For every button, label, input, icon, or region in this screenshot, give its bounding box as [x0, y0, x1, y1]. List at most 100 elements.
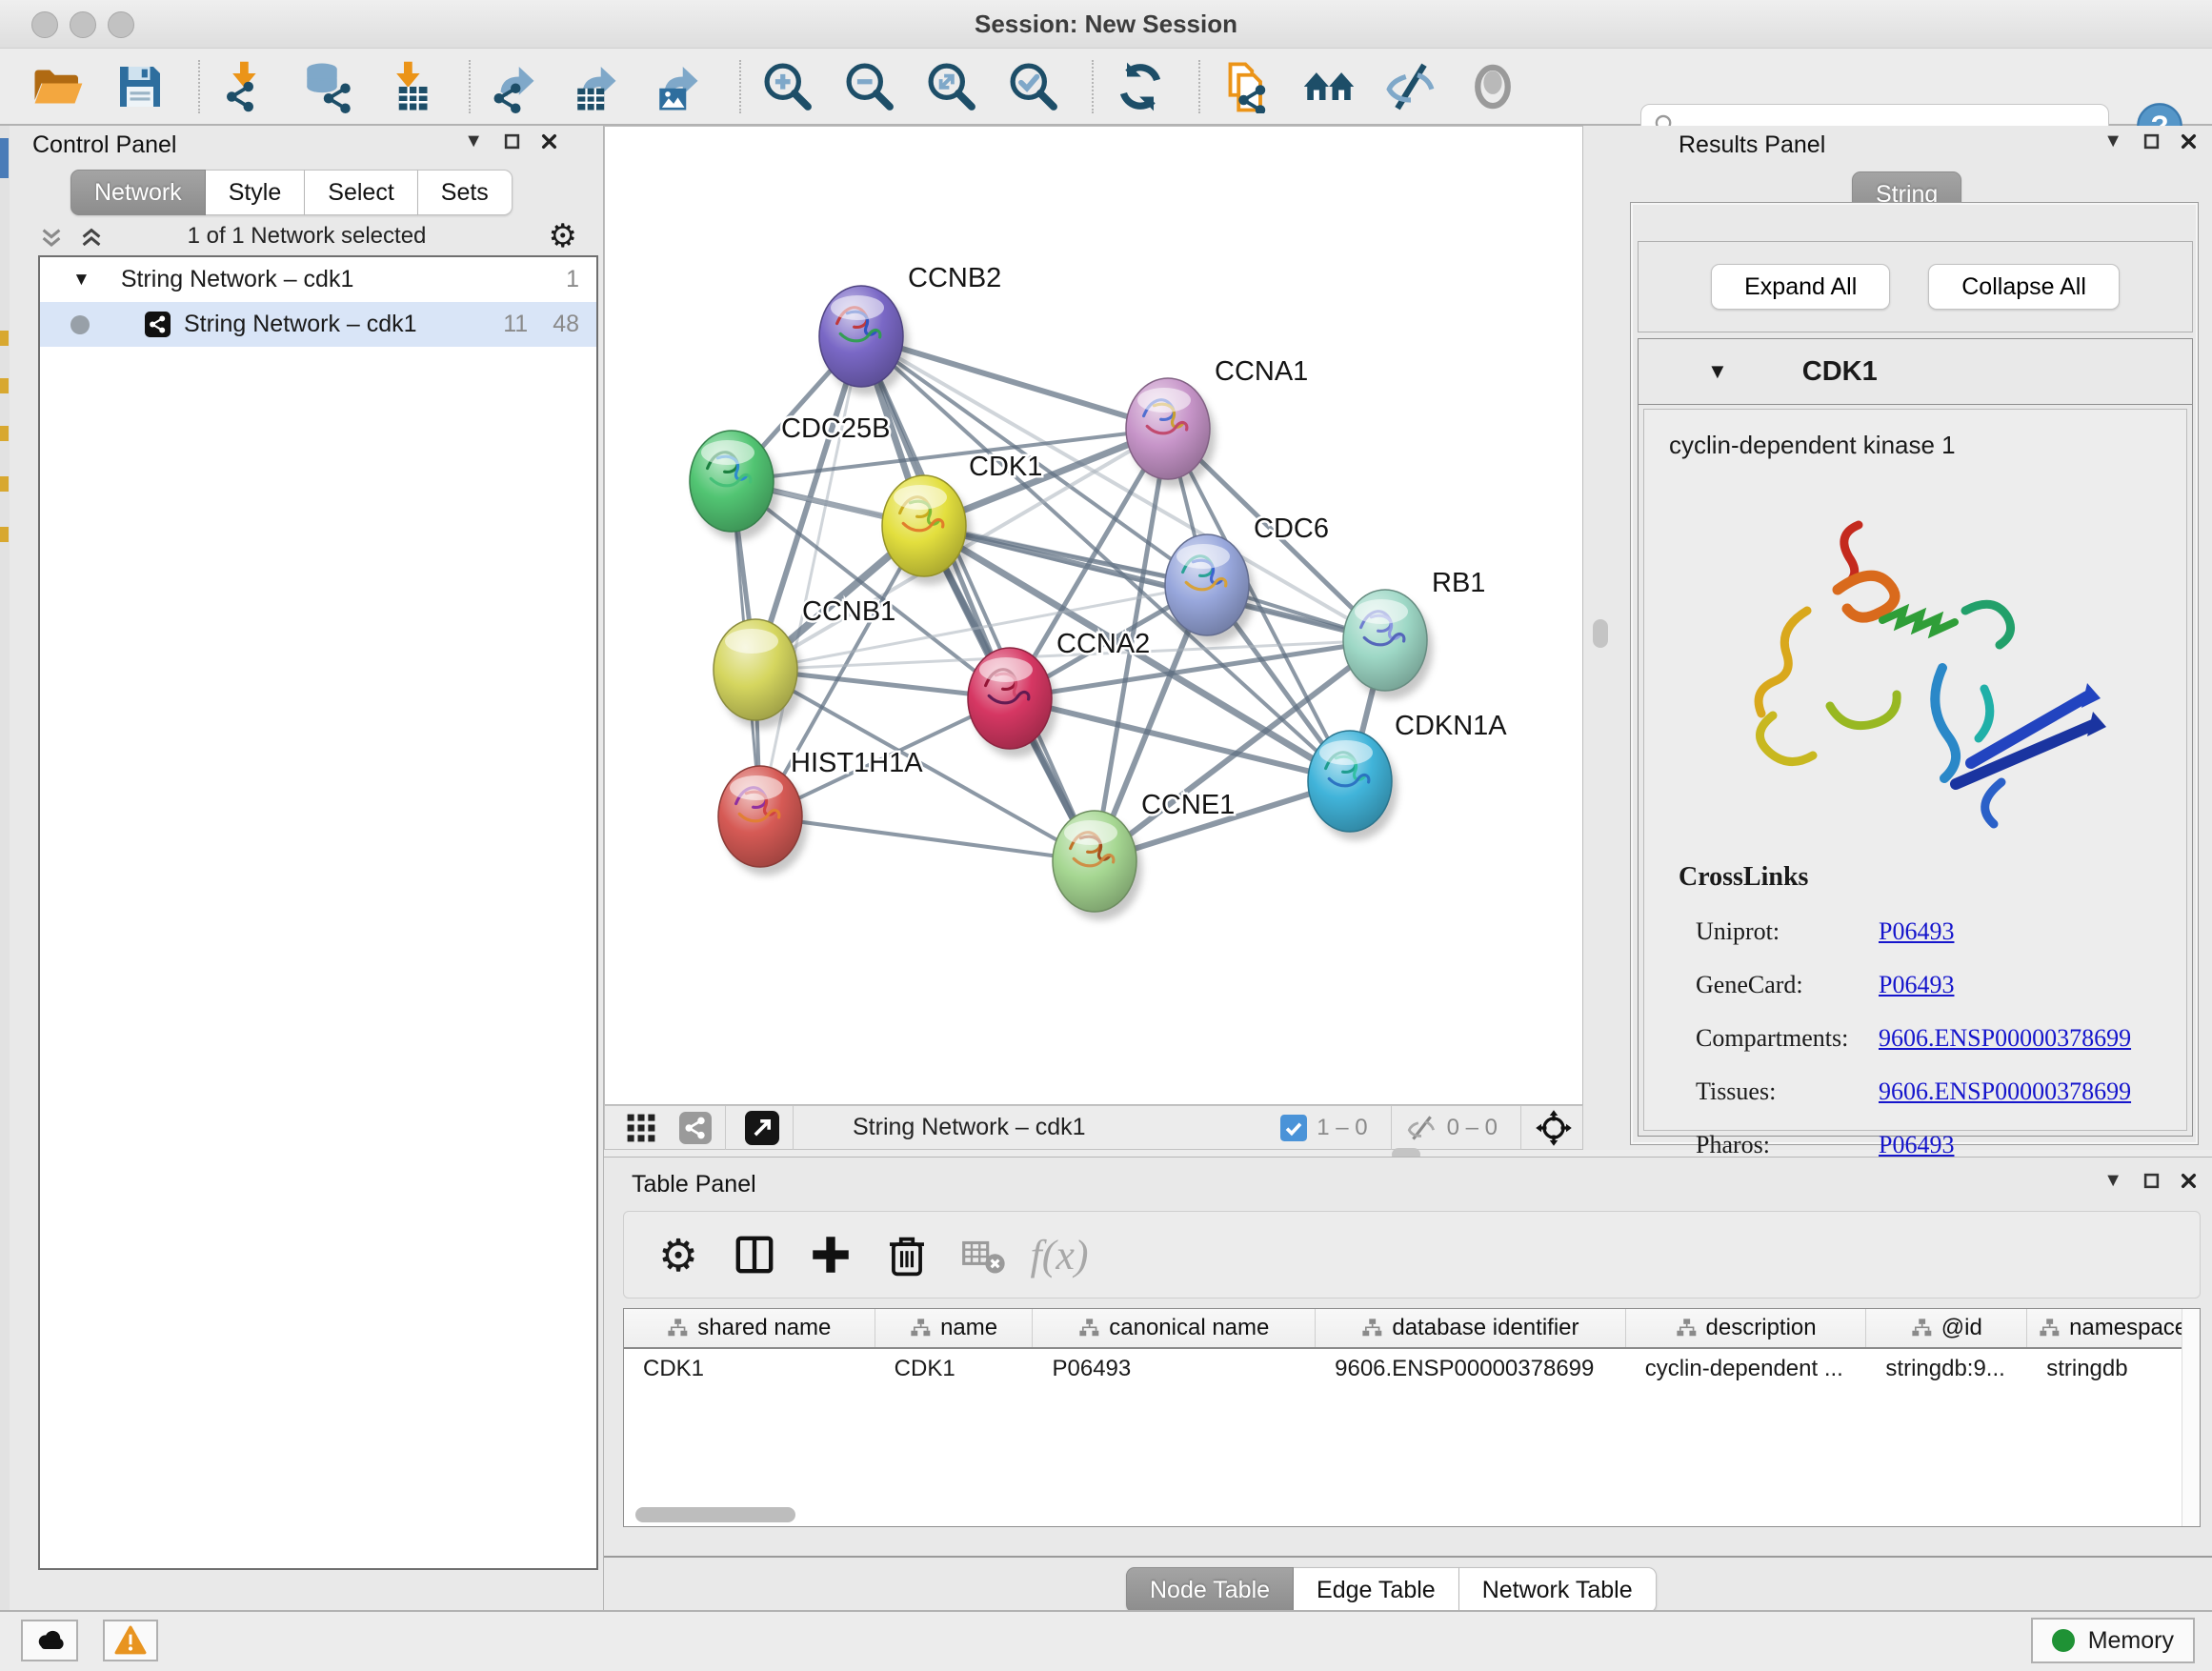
column-header-name[interactable]: name	[875, 1309, 1034, 1347]
crosslink-row: Pharos:P06493	[1679, 1131, 2186, 1159]
add-button[interactable]	[803, 1227, 858, 1282]
network-selection-status: 1 of 1 Network selected	[10, 223, 604, 250]
save-button[interactable]	[111, 57, 170, 116]
zoom-fit-button[interactable]	[922, 57, 981, 116]
expand-all-button[interactable]: Expand All	[1711, 264, 1890, 310]
section-triangle-icon[interactable]: ▼	[1707, 359, 1728, 384]
import-table-button[interactable]	[381, 57, 440, 116]
import-network-button[interactable]	[217, 57, 276, 116]
network-node-CCNB2[interactable]	[819, 286, 909, 395]
control-panel-tabs: NetworkStyleSelectSets	[70, 170, 513, 215]
hide-panels-button[interactable]	[1381, 57, 1440, 116]
crosslink-value[interactable]: P06493	[1879, 971, 1954, 999]
export-table-button[interactable]	[570, 57, 629, 116]
close-icon[interactable]	[2181, 1173, 2197, 1189]
tab-network[interactable]: Network	[70, 170, 206, 215]
tab-node-table[interactable]: Node Table	[1126, 1567, 1294, 1613]
float-icon[interactable]	[2143, 1173, 2160, 1189]
attribute-tree-icon	[1078, 1318, 1099, 1339]
network-node-CCNA1[interactable]	[1126, 378, 1216, 488]
network-node-CDK1[interactable]	[882, 475, 972, 585]
crosslink-value[interactable]: 9606.ENSP00000378699	[1879, 1077, 2131, 1106]
tab-sets[interactable]: Sets	[418, 170, 513, 215]
gene-section-header[interactable]: ▼ CDK1	[1639, 339, 2192, 405]
zoom-selected-button[interactable]	[1004, 57, 1063, 116]
hidden-eye-icon[interactable]	[1405, 1112, 1438, 1144]
birdseye-icon[interactable]	[745, 1111, 779, 1145]
crosslink-label: Uniprot:	[1696, 917, 1879, 946]
table-vertical-scrollbar[interactable]	[2182, 1309, 2200, 1526]
network-node-CDC25B[interactable]	[690, 431, 779, 540]
export-image-button[interactable]	[652, 57, 711, 116]
tree-expand-triangle-icon[interactable]: ▼	[72, 270, 90, 291]
show-panel-button[interactable]	[1463, 57, 1522, 116]
clone-network-button[interactable]	[1217, 57, 1277, 116]
zoom-out-button[interactable]	[840, 57, 899, 116]
column-header-description[interactable]: description	[1626, 1309, 1867, 1347]
tab-select[interactable]: Select	[305, 170, 417, 215]
export-network-button[interactable]	[488, 57, 547, 116]
network-node-RB1[interactable]	[1343, 590, 1433, 699]
tab-edge-table[interactable]: Edge Table	[1294, 1567, 1459, 1613]
crosslink-value[interactable]: P06493	[1879, 1131, 1954, 1159]
warning-button[interactable]	[103, 1620, 158, 1661]
network-node-HIST1H1A[interactable]	[718, 766, 808, 876]
node-label-CDC25B: CDC25B	[781, 413, 890, 444]
crosslink-value[interactable]: P06493	[1879, 917, 1954, 946]
crosshair-icon[interactable]	[1535, 1109, 1573, 1147]
refresh-button[interactable]	[1111, 57, 1170, 116]
close-icon[interactable]	[541, 133, 557, 150]
toolbar-separator	[198, 60, 200, 113]
delete-button[interactable]	[879, 1227, 935, 1282]
checkbox-icon[interactable]	[1280, 1115, 1307, 1141]
network-collection-row[interactable]: ▼ String Network – cdk1 1	[40, 257, 596, 302]
network-node-CCNE1[interactable]	[1053, 811, 1142, 920]
import-database-button[interactable]	[299, 57, 358, 116]
collapse-triangle-icon[interactable]: ▼	[464, 131, 483, 151]
share-gray-icon[interactable]	[679, 1112, 712, 1144]
columns-button[interactable]	[727, 1227, 782, 1282]
network-node-CDKN1A[interactable]	[1308, 731, 1398, 840]
export-network-icon	[491, 60, 544, 113]
toolbar-separator	[469, 60, 471, 113]
add-icon	[807, 1231, 855, 1278]
column-header-namespace[interactable]: namespace	[2027, 1309, 2200, 1347]
grid-icon[interactable]	[626, 1113, 656, 1143]
network-node-CCNA2[interactable]	[968, 648, 1057, 757]
tab-network-table[interactable]: Network Table	[1459, 1567, 1657, 1613]
network-edge[interactable]	[760, 816, 1095, 861]
gear-button[interactable]: ⚙	[651, 1227, 706, 1282]
window-title: Session: New Session	[0, 10, 2212, 39]
network-edge[interactable]	[861, 336, 1095, 861]
zoom-in-button[interactable]	[758, 57, 817, 116]
cloud-button[interactable]	[21, 1620, 78, 1661]
open-folder-button[interactable]	[29, 57, 88, 116]
home-button[interactable]	[1299, 57, 1358, 116]
network-edge[interactable]	[760, 336, 861, 816]
attribute-tree-icon	[1361, 1318, 1382, 1339]
vertical-splitter-handle[interactable]	[1593, 619, 1608, 648]
table-horizontal-scrollbar[interactable]	[635, 1507, 795, 1522]
collapse-all-button[interactable]: Collapse All	[1928, 264, 2120, 310]
collapse-triangle-icon[interactable]: ▼	[2103, 1171, 2122, 1190]
float-icon[interactable]	[2143, 133, 2160, 150]
fx-icon: f(x)	[1030, 1231, 1088, 1279]
column-header-canonical-name[interactable]: canonical name	[1033, 1309, 1316, 1347]
network-canvas[interactable]: CCNB2CCNA1CDC25BCDK1CDC6RB1CCNB1CCNA2CDK…	[604, 126, 1583, 1105]
column-header-shared-name[interactable]: shared name	[624, 1309, 875, 1347]
hide-panels-icon	[1384, 60, 1438, 113]
memory-button[interactable]: Memory	[2031, 1618, 2195, 1663]
column-header-id[interactable]: @id	[1866, 1309, 2027, 1347]
collapse-triangle-icon[interactable]: ▼	[2103, 131, 2122, 151]
crosslink-value[interactable]: 9606.ENSP00000378699	[1879, 1024, 2131, 1053]
network-row[interactable]: String Network – cdk1 11 48	[40, 302, 596, 347]
gear-icon[interactable]: ⚙	[549, 217, 577, 255]
column-header-database-identifier[interactable]: database identifier	[1316, 1309, 1626, 1347]
fx-button: f(x)	[1032, 1227, 1087, 1282]
table-cell: P06493	[1033, 1349, 1316, 1389]
node-table[interactable]: shared namenamecanonical namedatabase id…	[623, 1308, 2201, 1527]
tab-style[interactable]: Style	[206, 170, 306, 215]
table-row[interactable]: CDK1CDK1P064939606.ENSP00000378699cyclin…	[624, 1349, 2200, 1389]
float-icon[interactable]	[504, 133, 520, 150]
close-icon[interactable]	[2181, 133, 2197, 150]
